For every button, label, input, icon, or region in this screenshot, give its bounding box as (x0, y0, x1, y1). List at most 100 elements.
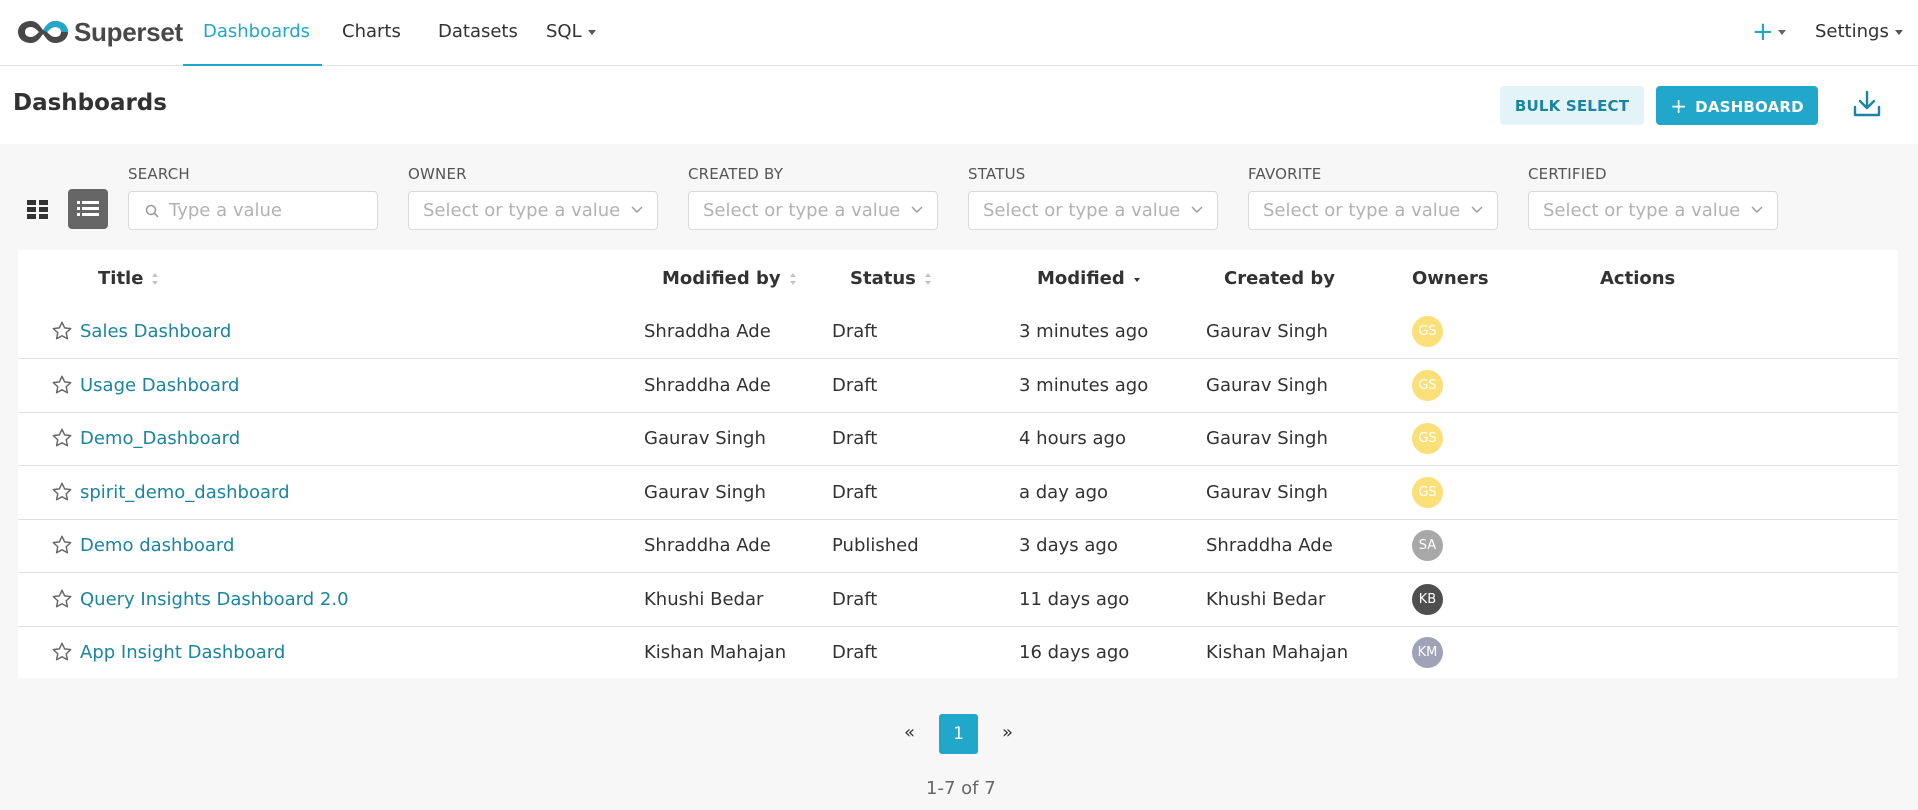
owner-avatar[interactable]: GS (1412, 316, 1443, 347)
favorite-star-icon[interactable] (51, 481, 73, 503)
dashboard-title-link[interactable]: Usage Dashboard (80, 375, 239, 396)
status-filter-select[interactable]: Select or type a value (968, 191, 1218, 230)
modified-by-cell: Gaurav Singh (644, 428, 766, 449)
owner-filter-select[interactable]: Select or type a value (408, 191, 658, 230)
created-by-cell: Gaurav Singh (1206, 428, 1328, 449)
modified-cell: 11 days ago (1019, 588, 1130, 610)
chevron-down-icon (1471, 206, 1483, 213)
settings-menu[interactable]: Settings (1815, 0, 1903, 66)
favorite-filter-select[interactable]: Select or type a value (1248, 191, 1498, 230)
column-header-label: Status (850, 268, 916, 289)
status-cell: Draft (832, 588, 878, 610)
favorite-star-icon[interactable] (51, 641, 73, 663)
column-header-created-by: Created by (1224, 268, 1336, 289)
favorite-filter-placeholder: Select or type a value (1263, 200, 1461, 221)
sort-desc-icon (1133, 278, 1140, 282)
column-header-modified-by[interactable]: Modified by (662, 268, 797, 289)
status-filter-placeholder: Select or type a value (983, 200, 1181, 221)
dashboard-title-link[interactable]: Query Insights Dashboard 2.0 (80, 589, 349, 610)
page-header: Dashboards BULK SELECT + DASHBOARD (0, 66, 1918, 144)
created-by-cell: Khushi Bedar (1206, 588, 1326, 610)
status-cell: Draft (832, 642, 878, 663)
owner-avatar[interactable]: SA (1412, 530, 1443, 561)
add-dashboard-button[interactable]: + DASHBOARD (1656, 86, 1818, 125)
column-header-title[interactable]: Title (98, 268, 159, 289)
favorite-star-icon[interactable] (51, 427, 73, 449)
created-by-filter-placeholder: Select or type a value (703, 200, 901, 221)
certified-filter-label: CERTIFIED (1528, 165, 1607, 183)
chevron-down-icon (1191, 206, 1203, 213)
download-icon[interactable] (1852, 88, 1882, 120)
owner-avatar[interactable]: GS (1412, 423, 1443, 454)
owner-avatar[interactable]: GS (1412, 369, 1443, 401)
pagination-summary: 1-7 of 7 (926, 778, 996, 799)
table-row: Sales Dashboard Shraddha Ade Draft 3 minute… (18, 306, 1898, 359)
nav-charts[interactable]: Charts (342, 0, 401, 66)
list-icon (77, 201, 99, 216)
column-header-label: Modified (1037, 268, 1125, 289)
column-header-status[interactable]: Status (850, 268, 932, 289)
certified-filter-placeholder: Select or type a value (1543, 200, 1741, 221)
favorite-filter-label: FAVORITE (1248, 165, 1322, 183)
table-row: Query Insights Dashboard 2.0 Khushi Bedar… (18, 574, 1898, 627)
owner-avatar[interactable]: KB (1412, 583, 1443, 615)
plus-icon: + (1670, 93, 1688, 118)
status-cell: Draft (832, 321, 878, 342)
table-row: Demo_Dashboard Gaurav Singh Draft 4 hours a… (18, 413, 1898, 466)
certified-filter-select[interactable]: Select or type a value (1528, 191, 1778, 230)
created-by-filter-label: CREATED BY (688, 165, 784, 183)
created-by-cell: Gaurav Singh (1206, 321, 1328, 342)
top-nav: Superset Dashboards Charts Datasets SQL … (0, 0, 1918, 66)
pagination-next[interactable]: » (1002, 722, 1013, 743)
modified-cell: 3 days ago (1019, 535, 1118, 556)
chevron-down-icon (587, 29, 596, 35)
owner-avatar[interactable]: KM (1412, 637, 1443, 668)
dashboard-title-link[interactable]: App Insight Dashboard (80, 642, 285, 663)
sort-icon (152, 273, 159, 285)
created-by-filter-select[interactable]: Select or type a value (688, 191, 938, 230)
dashboard-title-link[interactable]: Demo dashboard (80, 535, 234, 556)
search-input[interactable]: Type a value (128, 191, 378, 230)
owner-avatar[interactable]: GS (1412, 476, 1443, 508)
table-row: App Insight Dashboard Kishan Mahajan Draft… (18, 627, 1898, 680)
status-cell: Draft (832, 428, 878, 449)
plus-icon: + (1752, 17, 1774, 47)
modified-by-cell: Kishan Mahajan (644, 642, 787, 663)
column-header-modified[interactable]: Modified (1037, 268, 1141, 289)
dashboard-title-link[interactable]: spirit_demo_dashboard (80, 482, 290, 503)
chevron-down-icon (1777, 30, 1786, 35)
search-icon (145, 204, 159, 218)
status-cell: Published (832, 535, 919, 556)
superset-logo[interactable]: Superset (16, 14, 183, 50)
dashboard-title-link[interactable]: Sales Dashboard (80, 321, 231, 342)
column-header-actions: Actions (1600, 268, 1676, 289)
favorite-star-icon[interactable] (51, 588, 73, 610)
nav-sql[interactable]: SQL (546, 0, 596, 66)
nav-datasets[interactable]: Datasets (438, 0, 518, 66)
favorite-star-icon[interactable] (51, 320, 73, 342)
chevron-down-icon (1751, 206, 1763, 213)
bulk-select-button[interactable]: BULK SELECT (1500, 86, 1644, 125)
dashboard-title-link[interactable]: Demo_Dashboard (80, 428, 240, 449)
favorite-star-icon[interactable] (51, 534, 73, 556)
table-row: Demo dashboard Shraddha Ade Published 3 day… (18, 520, 1898, 573)
chevron-down-icon (1894, 29, 1903, 35)
status-cell: Draft (832, 481, 878, 503)
modified-by-cell: Shraddha Ade (644, 535, 771, 556)
new-menu-button[interactable]: + (1752, 0, 1786, 66)
table-row: Usage Dashboard Shraddha Ade Draft 3 minute… (18, 360, 1898, 413)
pagination-page-current[interactable]: 1 (939, 714, 978, 754)
modified-by-cell: Khushi Bedar (644, 588, 764, 610)
nav-dashboards[interactable]: Dashboards (203, 0, 310, 66)
card-view-toggle[interactable] (18, 189, 58, 229)
modified-by-cell: Gaurav Singh (644, 481, 766, 503)
table-row: spirit_demo_dashboard Gaurav Singh Draft a … (18, 467, 1898, 520)
modified-cell: 16 days ago (1019, 642, 1130, 663)
pagination-prev[interactable]: « (904, 722, 915, 743)
column-header-owners: Owners (1412, 268, 1489, 289)
superset-logo-icon (18, 21, 68, 43)
add-dashboard-label: DASHBOARD (1695, 97, 1804, 116)
favorite-star-icon[interactable] (51, 374, 73, 396)
list-view-toggle[interactable] (68, 189, 108, 229)
status-cell: Draft (832, 374, 878, 396)
